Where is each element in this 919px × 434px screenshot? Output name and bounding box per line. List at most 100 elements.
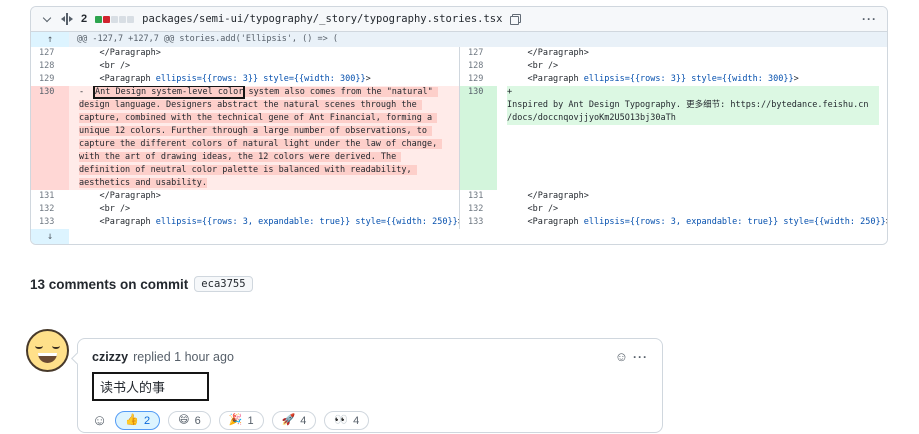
code-line-old: </Paragraph> — [69, 190, 459, 203]
add-reaction-button[interactable]: ☺ — [92, 412, 107, 429]
code-line-old: <br /> — [69, 60, 459, 73]
code-line-new: <br /> — [497, 60, 887, 73]
avatar-eye — [52, 343, 60, 349]
file-header: 2 packages/semi-ui/typography/_story/typ… — [31, 7, 887, 32]
code-text: </Paragraph> — [507, 191, 589, 201]
comments-heading: 13 comments on commit eca3755 — [30, 276, 253, 292]
code-attr-text: ellipsis={{rows: 3}} style={{width: 300}… — [156, 74, 366, 84]
code-attr-text: ellipsis={{rows: 3, expandable: true}} s… — [156, 217, 458, 227]
expand-down-icon: ↓ — [47, 232, 53, 242]
code-text: > — [366, 74, 371, 84]
comment-kebab-icon[interactable]: ··· — [633, 350, 648, 364]
code-text: </Paragraph> — [507, 48, 589, 58]
code-text: <Paragraph — [79, 74, 156, 84]
eyes-icon: 👀 — [334, 415, 348, 426]
diffstat-count: 2 — [81, 13, 87, 25]
file-path-link[interactable]: packages/semi-ui/typography/_story/typog… — [142, 13, 502, 25]
add-reaction-icon[interactable]: ☺ — [615, 349, 628, 364]
hunk-header: @@ -127,7 +127,7 @@ stories.add('Ellipsi… — [69, 32, 887, 47]
line-number-old[interactable]: 132 — [31, 203, 69, 216]
added-text-block: +Inspired by Ant Design Typography. 更多细节… — [507, 86, 879, 125]
code-line-new: <Paragraph ellipsis={{rows: 3}} style={{… — [497, 73, 887, 86]
commit-sha-chip[interactable]: eca3755 — [194, 276, 252, 292]
page: 2 packages/semi-ui/typography/_story/typ… — [0, 0, 919, 434]
file-kebab-menu-icon[interactable]: ··· — [862, 12, 877, 26]
expand-down-button[interactable]: ↓ — [31, 229, 69, 244]
code-line-old: <br /> — [69, 203, 459, 216]
hooray-icon: 🎉 — [229, 415, 243, 426]
diffstat-block — [111, 16, 118, 23]
diffstat-block — [119, 16, 126, 23]
code-text: <Paragraph — [79, 217, 156, 227]
annotation-box: Ant Design system-level color — [95, 87, 243, 97]
bottom-filler — [69, 229, 887, 244]
reaction-count: 6 — [195, 415, 201, 427]
code-text: > — [886, 217, 887, 227]
line-number-new[interactable]: 127 — [459, 47, 497, 60]
annotation-box: 读书人的事 — [92, 372, 209, 401]
file-diff-card: 2 packages/semi-ui/typography/_story/typ… — [30, 6, 888, 245]
expand-up-button[interactable]: ↑ — [31, 32, 69, 47]
diffstat-blocks — [95, 16, 134, 23]
line-number-old[interactable]: 128 — [31, 60, 69, 73]
reaction-hooray[interactable]: 🎉 1 — [219, 411, 264, 430]
chevron-down-icon[interactable] — [41, 13, 53, 25]
reaction-count: 2 — [144, 415, 150, 427]
avatar-mouth — [38, 353, 57, 363]
code-line-new: </Paragraph> — [497, 190, 887, 203]
comment-author[interactable]: czizzy — [92, 350, 128, 364]
code-line-new: <br /> — [497, 203, 887, 216]
comments-heading-text: 13 comments on commit — [30, 277, 188, 292]
reaction-count: 1 — [247, 415, 253, 427]
reaction-bar: ☺ 👍 2 😄 6 🎉 1 🚀 4 👀 4 — [78, 405, 662, 434]
thumbs-up-icon: 👍 — [125, 415, 139, 426]
code-attr-text: ellipsis={{rows: 3}} style={{width: 300}… — [584, 74, 794, 84]
deleted-text: system also comes from the "natural" des… — [79, 87, 442, 188]
code-text: <Paragraph — [507, 74, 584, 84]
added-line: +Inspired by Ant Design Typography. 更多细节… — [497, 86, 887, 190]
line-number-old[interactable]: 131 — [31, 190, 69, 203]
split-diff: ↑ @@ -127,7 +127,7 @@ stories.add('Ellip… — [31, 32, 887, 244]
code-line-new: </Paragraph> — [497, 47, 887, 60]
diffstat-block — [103, 16, 110, 23]
addition-sign: + — [507, 86, 523, 99]
comment-meta: replied 1 hour ago — [133, 350, 234, 364]
deleted-line: -Ant Design system-level color system al… — [69, 86, 459, 190]
deletion-sign: - — [79, 86, 95, 99]
line-number-old[interactable]: 127 — [31, 47, 69, 60]
reaction-eyes[interactable]: 👀 4 — [324, 411, 369, 430]
code-text: <Paragraph — [507, 217, 584, 227]
avatar[interactable] — [26, 329, 69, 372]
line-number-new[interactable]: 128 — [459, 60, 497, 73]
line-number-new[interactable]: 133 — [459, 216, 497, 229]
avatar-eye — [35, 343, 43, 349]
line-number-new[interactable]: 130 — [459, 86, 497, 190]
line-number-old[interactable]: 133 — [31, 216, 69, 229]
code-text: <br /> — [79, 61, 130, 71]
code-line-old: </Paragraph> — [69, 47, 459, 60]
code-line-old: <Paragraph ellipsis={{rows: 3, expandabl… — [69, 216, 459, 229]
code-text: <br /> — [507, 61, 558, 71]
code-text: <br /> — [507, 204, 558, 214]
code-text: </Paragraph> — [79, 191, 161, 201]
line-number-old[interactable]: 130 — [31, 86, 69, 190]
line-number-new[interactable]: 132 — [459, 203, 497, 216]
reaction-count: 4 — [353, 415, 359, 427]
code-text: </Paragraph> — [79, 48, 161, 58]
diffstat-block — [127, 16, 134, 23]
code-line-new: <Paragraph ellipsis={{rows: 3, expandabl… — [497, 216, 887, 229]
copy-icon[interactable] — [510, 14, 521, 25]
diffstat-block — [95, 16, 102, 23]
line-number-new[interactable]: 131 — [459, 190, 497, 203]
reaction-count: 4 — [300, 415, 306, 427]
expand-up-icon: ↑ — [47, 35, 53, 45]
reaction-thumbs-up[interactable]: 👍 2 — [115, 411, 160, 430]
added-text: Inspired by Ant Design Typography. 更多细节:… — [507, 100, 869, 110]
line-number-old[interactable]: 129 — [31, 73, 69, 86]
comment-body: 读书人的事 — [78, 368, 662, 405]
split-diff-icon — [61, 13, 73, 25]
reaction-rocket[interactable]: 🚀 4 — [272, 411, 317, 430]
reaction-laugh[interactable]: 😄 6 — [168, 411, 211, 430]
line-number-new[interactable]: 129 — [459, 73, 497, 86]
comment-header: czizzy replied 1 hour ago ☺ ··· — [78, 339, 662, 368]
